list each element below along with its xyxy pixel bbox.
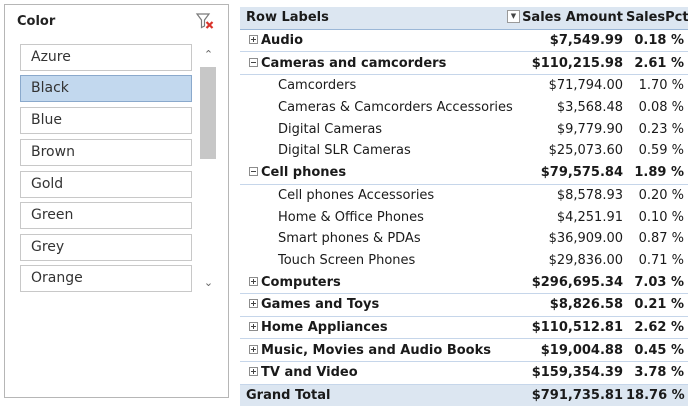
table-row: Camcorders $71,794.00 1.70 % <box>240 75 688 97</box>
row-label: Home & Office Phones <box>278 209 424 225</box>
row-amount: $8,578.93 <box>556 187 623 203</box>
slicer-item-azure[interactable]: Azure <box>20 44 192 71</box>
row-pct: 1.70 % <box>638 78 684 94</box>
table-row: Home & Office Phones $4,251.91 0.10 % <box>240 206 688 228</box>
table-row: Cell phones $79,575.84 1.89 % <box>240 161 688 185</box>
row-label: Smart phones & PDAs <box>278 231 421 247</box>
table-row: Digital Cameras $9,779.90 0.23 % <box>240 118 688 140</box>
row-label: Music, Movies and Audio Books <box>261 342 491 358</box>
row-amount: $3,568.48 <box>556 100 623 116</box>
header-row-labels: Row Labels ▼ <box>240 7 522 30</box>
pivot-table: Row Labels ▼ Sales Amount SalesPct Audio… <box>240 7 688 406</box>
row-label: Cameras & Camcorders Accessories <box>278 100 513 116</box>
row-amount: $7,549.99 <box>522 29 626 53</box>
expand-icon[interactable] <box>249 367 258 377</box>
grand-total-label: Grand Total <box>240 383 522 406</box>
slicer-item-grey[interactable]: Grey <box>20 234 192 261</box>
row-pct: 0.08 % <box>638 100 684 116</box>
row-amount: $36,909.00 <box>548 231 623 247</box>
row-label: Audio <box>261 33 304 49</box>
slicer-header: Color <box>5 5 228 39</box>
row-amount: $25,073.60 <box>548 143 623 159</box>
row-label: Cell phones Accessories <box>278 187 435 203</box>
grand-total-amount: $791,735.81 <box>522 383 626 406</box>
row-amount: $71,794.00 <box>548 78 623 94</box>
table-row: Cameras & Camcorders Accessories $3,568.… <box>240 97 688 119</box>
slicer-item-green[interactable]: Green <box>20 202 192 229</box>
row-amount: $110,512.81 <box>522 316 626 340</box>
row-pct: 0.59 % <box>638 143 684 159</box>
row-labels-text: Row Labels <box>246 10 329 26</box>
expand-icon[interactable] <box>249 35 258 45</box>
row-amount: $110,215.98 <box>522 51 626 76</box>
row-amount: $79,575.84 <box>522 161 626 185</box>
row-pct: 0.10 % <box>638 209 684 225</box>
table-row: Digital SLR Cameras $25,073.60 0.59 % <box>240 140 688 162</box>
row-pct: 0.71 % <box>638 252 684 268</box>
row-label: Camcorders <box>278 78 357 94</box>
scroll-thumb[interactable] <box>200 67 216 159</box>
scroll-up-icon[interactable]: ⌃ <box>199 47 218 63</box>
expand-icon[interactable] <box>249 321 258 331</box>
table-row: Cameras and camcorders $110,215.98 2.61 … <box>240 51 688 76</box>
slicer-title: Color <box>17 14 56 29</box>
row-label: TV and Video <box>261 365 358 381</box>
table-row: TV and Video $159,354.39 3.78 % <box>240 361 688 385</box>
filter-dropdown-icon[interactable]: ▼ <box>507 10 520 23</box>
table-row: Music, Movies and Audio Books $19,004.88… <box>240 338 688 362</box>
row-label: Cameras and camcorders <box>261 55 447 71</box>
slicer-item-brown[interactable]: Brown <box>20 139 192 166</box>
slicer-item-gold[interactable]: Gold <box>20 171 192 198</box>
table-row: Audio $7,549.99 0.18 % <box>240 29 688 53</box>
slicer-item-orange[interactable]: Orange <box>20 265 192 292</box>
row-label: Computers <box>261 274 341 290</box>
header-sales-amount: Sales Amount <box>522 7 626 30</box>
row-pct: 0.45 % <box>626 338 688 362</box>
row-pct: 2.62 % <box>626 316 688 340</box>
table-row: Home Appliances $110,512.81 2.62 % <box>240 316 688 340</box>
table-row: Smart phones & PDAs $36,909.00 0.87 % <box>240 228 688 250</box>
row-label: Digital Cameras <box>278 121 383 137</box>
row-pct: 0.20 % <box>638 187 684 203</box>
scroll-down-icon[interactable]: ⌄ <box>199 275 218 291</box>
expand-icon[interactable] <box>249 299 258 309</box>
header-sales-pct: SalesPct <box>626 7 688 30</box>
collapse-icon[interactable] <box>249 167 258 177</box>
row-amount: $159,354.39 <box>522 361 626 385</box>
table-row: Games and Toys $8,826.58 0.21 % <box>240 293 688 317</box>
row-pct: 0.87 % <box>638 231 684 247</box>
row-amount: $4,251.91 <box>556 209 623 225</box>
row-amount: $296,695.34 <box>522 271 626 294</box>
row-pct: 3.78 % <box>626 361 688 385</box>
table-row: Computers $296,695.34 7.03 % <box>240 271 688 294</box>
color-slicer: Color Azure Black Blue Brown Gold Green … <box>4 4 229 398</box>
table-row: Cell phones Accessories $8,578.93 0.20 % <box>240 184 688 206</box>
row-pct: 1.89 % <box>626 161 688 185</box>
expand-icon[interactable] <box>249 276 258 286</box>
row-amount: $29,836.00 <box>548 252 623 268</box>
row-label: Games and Toys <box>261 297 380 313</box>
row-label: Home Appliances <box>261 319 388 335</box>
slicer-item-black[interactable]: Black <box>20 75 192 102</box>
pivot-header-row: Row Labels ▼ Sales Amount SalesPct <box>240 7 688 30</box>
row-pct: 0.23 % <box>638 121 684 137</box>
collapse-icon[interactable] <box>249 57 258 67</box>
row-label: Touch Screen Phones <box>278 252 416 268</box>
row-amount: $8,826.58 <box>522 293 626 317</box>
row-pct: 0.18 % <box>626 29 688 53</box>
row-pct: 0.21 % <box>626 293 688 317</box>
clear-filter-icon[interactable] <box>194 10 216 32</box>
slicer-item-blue[interactable]: Blue <box>20 107 192 134</box>
row-label: Cell phones <box>261 165 347 181</box>
slicer-scrollbar[interactable]: ⌃ ⌄ <box>199 47 218 293</box>
row-amount: $19,004.88 <box>522 338 626 362</box>
row-pct: 7.03 % <box>626 271 688 294</box>
table-row: Touch Screen Phones $29,836.00 0.71 % <box>240 250 688 272</box>
row-label: Digital SLR Cameras <box>278 143 411 159</box>
row-pct: 2.61 % <box>626 51 688 76</box>
grand-total-pct: 18.76 % <box>626 383 688 406</box>
grand-total-row: Grand Total $791,735.81 18.76 % <box>240 383 688 406</box>
row-amount: $9,779.90 <box>556 121 623 137</box>
expand-icon[interactable] <box>249 344 258 354</box>
